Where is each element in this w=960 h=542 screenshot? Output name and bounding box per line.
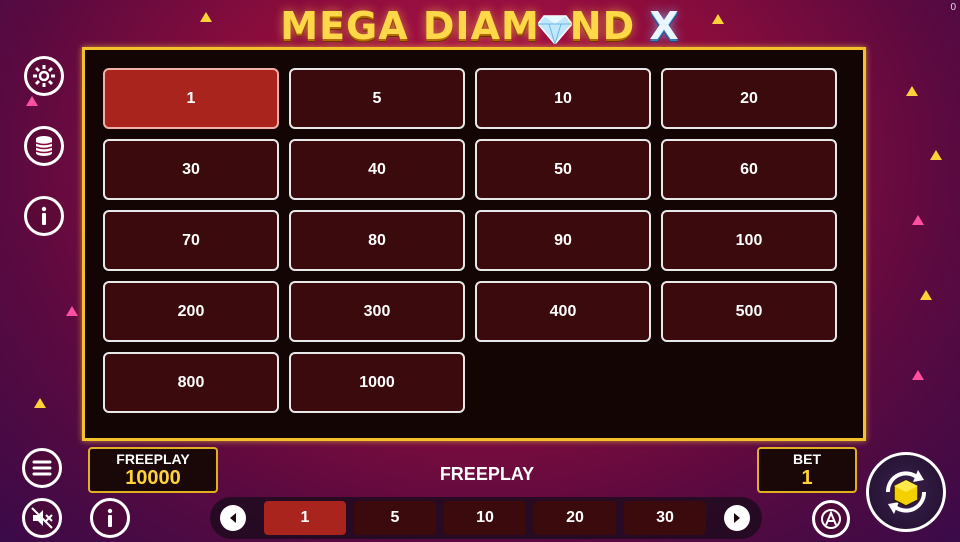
bet-label: BET	[793, 451, 821, 467]
bet-option[interactable]: 30	[103, 139, 279, 200]
bet-option[interactable]: 1	[103, 68, 279, 129]
menu-hamburger-icon	[32, 460, 52, 476]
bet-increase-button[interactable]	[724, 505, 750, 531]
sound-muted-icon	[31, 507, 53, 529]
coins-stack-icon	[35, 136, 53, 156]
bet-chip[interactable]: 5	[354, 501, 436, 535]
settings-gear-icon	[33, 65, 55, 87]
bet-chip[interactable]: 20	[534, 501, 616, 535]
bet-option[interactable]: 400	[475, 281, 651, 342]
confetti	[912, 215, 924, 225]
logo-text: MEGA DIAM	[280, 4, 540, 48]
balance-label: FREEPLAY	[116, 451, 190, 467]
diamond-gem-icon	[537, 14, 572, 44]
bet-option[interactable]: 10	[475, 68, 651, 129]
game-logo: MEGA DIAM ND X	[0, 4, 960, 48]
balance-box: FREEPLAY 10000	[88, 447, 218, 493]
spin-button[interactable]	[866, 452, 946, 532]
bet-quick-selector: 1 5 10 20 30	[210, 497, 762, 539]
confetti	[930, 150, 942, 160]
bet-chip[interactable]: 1	[264, 501, 346, 535]
bet-option[interactable]: 500	[661, 281, 837, 342]
confetti	[906, 86, 918, 96]
confetti	[912, 370, 924, 380]
info-icon	[41, 206, 47, 225]
bet-option[interactable]: 90	[475, 210, 651, 271]
settings-button[interactable]	[24, 56, 64, 96]
bet-option[interactable]: 20	[661, 68, 837, 129]
bet-selection-panel: 1 5 10 20 30 40 50 60 70 80 90 100 200 3…	[82, 47, 866, 441]
bet-option[interactable]: 100	[661, 210, 837, 271]
bet-chip[interactable]: 30	[624, 501, 706, 535]
bet-option[interactable]: 50	[475, 139, 651, 200]
arrow-left-icon	[230, 513, 236, 523]
sound-toggle-button[interactable]	[22, 498, 62, 538]
bet-decrease-button[interactable]	[220, 505, 246, 531]
logo-x: X	[649, 4, 680, 48]
status-message: FREEPLAY	[439, 464, 535, 484]
bet-option[interactable]: 40	[289, 139, 465, 200]
bet-options-grid: 1 5 10 20 30 40 50 60 70 80 90 100 200 3…	[103, 68, 837, 413]
arrow-right-icon	[734, 513, 740, 523]
bet-option[interactable]: 60	[661, 139, 837, 200]
autoplay-button[interactable]	[812, 500, 850, 538]
paytable-info-button[interactable]	[24, 196, 64, 236]
confetti	[66, 306, 78, 316]
bet-chip[interactable]: 10	[444, 501, 526, 535]
logo-text: ND	[569, 4, 636, 48]
confetti	[26, 96, 38, 106]
bet-option[interactable]: 5	[289, 68, 465, 129]
balance-value: 10000	[125, 467, 181, 489]
bet-box[interactable]: BET 1	[757, 447, 857, 493]
confetti	[920, 290, 932, 300]
bet-option[interactable]: 800	[103, 352, 279, 413]
bet-coins-button[interactable]	[24, 126, 64, 166]
bet-option[interactable]: 80	[289, 210, 465, 271]
bet-option[interactable]: 1000	[289, 352, 465, 413]
autoplay-icon	[821, 509, 841, 529]
menu-button[interactable]	[22, 448, 62, 488]
bet-value: 1	[801, 467, 813, 489]
bet-option[interactable]: 300	[289, 281, 465, 342]
confetti	[34, 398, 46, 408]
bet-option[interactable]: 200	[103, 281, 279, 342]
info-icon	[107, 508, 113, 527]
bet-option[interactable]: 70	[103, 210, 279, 271]
game-info-button[interactable]	[90, 498, 130, 538]
spin-icon	[885, 470, 927, 514]
